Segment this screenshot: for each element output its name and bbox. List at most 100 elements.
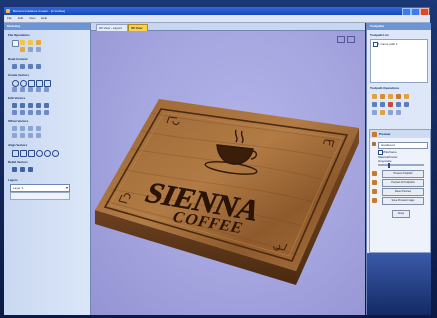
menu-edit[interactable]: Edit bbox=[18, 16, 23, 20]
open-folder-icon[interactable] bbox=[20, 40, 25, 45]
subtract-icon[interactable] bbox=[36, 110, 41, 115]
material-dropdown[interactable]: Hardwood bbox=[378, 142, 428, 149]
align-top-icon[interactable] bbox=[36, 150, 43, 157]
align-middle-icon[interactable] bbox=[44, 150, 51, 157]
draw-ellipse-icon[interactable] bbox=[20, 80, 27, 87]
align-left-icon[interactable] bbox=[12, 150, 19, 157]
profile-toolpath-icon[interactable] bbox=[372, 94, 377, 99]
blend-slider-thumb[interactable] bbox=[388, 162, 390, 168]
read-text-icon[interactable] bbox=[28, 64, 33, 69]
3d-viewport[interactable]: SIENNA COFFEE bbox=[91, 31, 365, 315]
draw-line-icon[interactable] bbox=[12, 87, 17, 92]
texture-toolpath-icon[interactable] bbox=[380, 102, 385, 107]
copy-along-icon[interactable] bbox=[12, 133, 17, 138]
preview-toolpath-icon bbox=[372, 171, 377, 176]
edit-toolpath-icon[interactable] bbox=[372, 110, 377, 115]
relief-texture-icon[interactable] bbox=[28, 167, 33, 172]
section-align-vectors: Align Vectors bbox=[8, 143, 28, 147]
reset-preview-button[interactable]: Reset Preview bbox=[382, 188, 424, 196]
draw-polygon-icon[interactable] bbox=[36, 80, 43, 87]
offset-icon[interactable] bbox=[12, 126, 17, 131]
preview-header: Preview bbox=[379, 132, 391, 136]
window-title: Bernard Guidance Creator - [C:\Coffee] bbox=[13, 9, 66, 13]
blend-slider[interactable] bbox=[378, 162, 424, 168]
preview-icon bbox=[372, 131, 377, 137]
align-bottom-icon[interactable] bbox=[52, 150, 59, 157]
material-dropdown-value: Hardwood bbox=[381, 143, 395, 147]
toolpath-operations-header: Toolpath Operations bbox=[370, 86, 400, 90]
save-icon[interactable] bbox=[28, 40, 33, 45]
smooth-icon[interactable] bbox=[20, 133, 25, 138]
draw-rectangle-icon[interactable] bbox=[28, 80, 35, 87]
join-icon[interactable] bbox=[28, 110, 33, 115]
draw-circle-icon[interactable] bbox=[12, 80, 19, 87]
summary-toolpath-icon[interactable] bbox=[396, 110, 401, 115]
layer-dropdown[interactable]: Layer 1 bbox=[10, 184, 70, 192]
menu-help[interactable]: Help bbox=[41, 16, 47, 20]
preview-toolpath-button[interactable]: Preview Toolpath bbox=[382, 170, 424, 178]
toolpath-list-item[interactable]: 1 Carve path 1 bbox=[378, 42, 398, 46]
save-preview-image-button[interactable]: Save Preview Image bbox=[382, 197, 424, 205]
tab-2d-view[interactable]: 2D View - Layout bbox=[96, 24, 128, 31]
draw-star-icon[interactable] bbox=[44, 80, 51, 87]
menu-file[interactable]: File bbox=[7, 16, 12, 20]
undo-icon[interactable] bbox=[28, 47, 33, 52]
import-icon[interactable] bbox=[36, 40, 41, 45]
draw-arc-icon[interactable] bbox=[28, 87, 33, 92]
close-vector-icon[interactable] bbox=[28, 133, 33, 138]
engrave-toolpath-icon[interactable] bbox=[372, 102, 377, 107]
scale-icon[interactable] bbox=[28, 103, 33, 108]
layer-list[interactable] bbox=[10, 192, 70, 200]
move-icon[interactable] bbox=[20, 103, 25, 108]
read-vector-icon[interactable] bbox=[20, 64, 25, 69]
tab-3d-view[interactable]: 3D View bbox=[128, 24, 148, 31]
draw-freehand-icon[interactable] bbox=[44, 87, 49, 92]
vcarve-toolpath-icon[interactable] bbox=[396, 94, 401, 99]
relief-grid-icon[interactable] bbox=[12, 167, 17, 172]
align-right-icon[interactable] bbox=[28, 150, 35, 157]
align-center-icon[interactable] bbox=[20, 150, 27, 157]
weld-icon[interactable] bbox=[12, 110, 17, 115]
draw-text-icon[interactable] bbox=[20, 87, 25, 92]
view-tab-strip: 2D View - Layout 3D View bbox=[91, 23, 365, 31]
pocket-toolpath-icon[interactable] bbox=[380, 94, 385, 99]
close-preview-button[interactable]: Close bbox=[392, 210, 410, 218]
new-file-icon[interactable] bbox=[12, 40, 19, 47]
mirror-icon[interactable] bbox=[44, 103, 49, 108]
drill-toolpath-icon[interactable] bbox=[388, 94, 393, 99]
draw-curve-icon[interactable] bbox=[36, 87, 41, 92]
toolpath-list[interactable]: 1 Carve path 1 bbox=[370, 39, 428, 83]
moulding-toolpath-icon[interactable] bbox=[404, 102, 409, 107]
rotate-icon[interactable] bbox=[36, 103, 41, 108]
preview-all-toolpaths-button[interactable]: Preview All Toolpaths bbox=[382, 179, 424, 187]
reset-preview-icon bbox=[372, 189, 377, 194]
wireframe-checkbox-label: Wireframe bbox=[383, 149, 397, 154]
tab-2d-view-label: 2D View - Layout bbox=[99, 25, 122, 30]
export-icon[interactable] bbox=[20, 47, 25, 52]
tab-3d-view-label: 3D View bbox=[131, 25, 143, 30]
trim-icon[interactable] bbox=[20, 110, 25, 115]
recalculate-toolpath-icon[interactable] bbox=[380, 110, 385, 115]
read-image-icon[interactable] bbox=[12, 64, 17, 69]
material-swatch-icon bbox=[372, 142, 376, 146]
break-icon[interactable] bbox=[36, 133, 41, 138]
layers-label: Layers bbox=[8, 178, 18, 182]
inlay-toolpath-icon[interactable] bbox=[404, 94, 409, 99]
fluting-toolpath-icon[interactable] bbox=[388, 102, 393, 107]
nest-icon[interactable] bbox=[36, 126, 41, 131]
toolpaths-panel: Toolpaths Toolpath List 1 Carve path 1 T… bbox=[366, 23, 431, 315]
section-read-content: Read Content bbox=[8, 57, 28, 61]
fillet-icon[interactable] bbox=[20, 126, 25, 131]
select-node-icon[interactable] bbox=[12, 103, 17, 108]
prism-toolpath-icon[interactable] bbox=[396, 102, 401, 107]
app-logo-icon bbox=[6, 8, 10, 13]
relief-shape-icon[interactable] bbox=[20, 167, 25, 172]
menu-view[interactable]: View bbox=[29, 16, 35, 20]
intersect-icon[interactable] bbox=[44, 110, 49, 115]
read-bitmap-icon[interactable] bbox=[36, 64, 41, 69]
redo-icon[interactable] bbox=[36, 47, 41, 52]
toolpath-list-header: Toolpath List bbox=[370, 33, 389, 37]
section-create-vectors: Create Vectors bbox=[8, 73, 30, 77]
save-toolpath-icon[interactable] bbox=[388, 110, 393, 115]
array-icon[interactable] bbox=[28, 126, 33, 131]
